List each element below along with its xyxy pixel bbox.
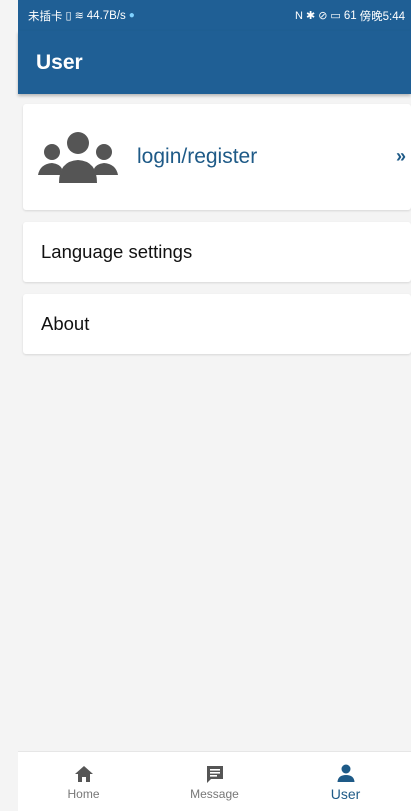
clock: 傍晚5:44 — [359, 10, 405, 23]
nav-item-home[interactable]: Home — [29, 764, 139, 801]
status-left: 未插卡 ▯ ≋ 44.7B/s ● — [28, 8, 135, 24]
nav-label-home: Home — [67, 786, 100, 801]
language-settings-item[interactable]: Language settings — [23, 222, 411, 282]
wifi-icon: ≋ — [74, 10, 84, 22]
user-icon — [337, 764, 354, 782]
status-bar: 未插卡 ▯ ≋ 44.7B/s ● N ✱ ⊘ ▭ 61 傍晚5:44 — [18, 0, 411, 31]
nav-label-message: Message — [190, 786, 239, 801]
login-register-label[interactable]: login/register — [137, 145, 257, 169]
login-register-card[interactable]: login/register » — [23, 104, 411, 210]
home-icon — [74, 765, 93, 782]
language-settings-label: Language settings — [41, 241, 193, 262]
mute-icon: ⊘ — [318, 10, 328, 22]
about-label: About — [41, 313, 90, 334]
nfc-icon: N — [295, 9, 303, 22]
message-icon — [206, 765, 223, 783]
bottom-nav: Home Message User — [18, 751, 411, 811]
nav-item-message[interactable]: Message — [160, 764, 270, 801]
battery-level: 61 — [343, 9, 357, 22]
sim-card-icon: ▯ — [65, 10, 72, 22]
double-chevron-right-icon[interactable]: » — [396, 146, 406, 167]
app-header: User — [18, 31, 411, 94]
status-right: N ✱ ⊘ ▭ 61 傍晚5:44 — [295, 8, 405, 24]
nav-item-user[interactable]: User — [291, 763, 401, 802]
location-icon: ● — [128, 10, 135, 21]
bluetooth-icon: ✱ — [305, 10, 316, 22]
battery-icon: ▭ — [330, 10, 341, 22]
network-speed: 44.7B/s — [86, 9, 126, 22]
carrier-text: 未插卡 — [28, 10, 63, 23]
nav-label-user: User — [330, 785, 361, 802]
about-item[interactable]: About — [23, 294, 411, 354]
page-title: User — [36, 50, 83, 74]
people-icon — [38, 132, 118, 183]
